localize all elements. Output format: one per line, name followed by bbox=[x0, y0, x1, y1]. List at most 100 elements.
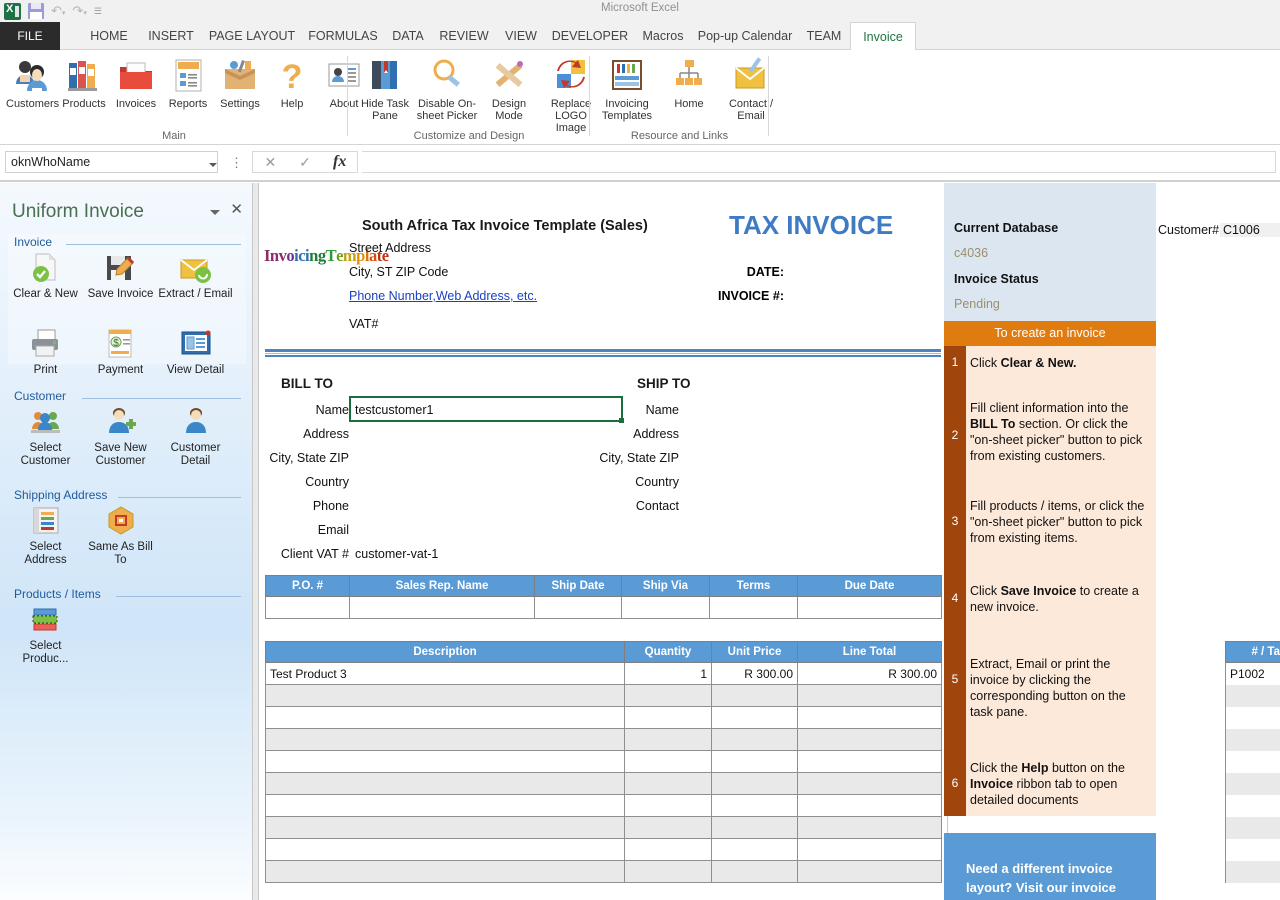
table-cell-quantity[interactable] bbox=[624, 728, 712, 751]
table-row[interactable] bbox=[1225, 860, 1280, 883]
table-cell-description[interactable] bbox=[265, 772, 625, 795]
table-cell-line-total[interactable] bbox=[797, 838, 942, 861]
table-cell-quantity[interactable] bbox=[624, 816, 712, 839]
table-cell-product-id[interactable] bbox=[1225, 750, 1280, 773]
table-cell-product-id[interactable] bbox=[1225, 772, 1280, 795]
task-pane-button-select-product[interactable]: Select Produc... bbox=[8, 599, 83, 666]
task-pane-button-clear-new[interactable]: Clear & New bbox=[8, 247, 83, 301]
table-row[interactable] bbox=[265, 706, 942, 729]
table-cell-unit-price[interactable] bbox=[711, 772, 798, 795]
task-pane-button-customer-detail[interactable]: Customer Detail bbox=[158, 401, 233, 468]
table-cell-description[interactable] bbox=[265, 860, 625, 883]
table-row[interactable] bbox=[1225, 684, 1280, 707]
table-row[interactable] bbox=[265, 728, 942, 751]
bill-to-value-name[interactable]: testcustomer1 bbox=[355, 403, 434, 417]
table-row[interactable] bbox=[265, 794, 942, 817]
task-pane-button-extract-email[interactable]: Extract / Email bbox=[158, 247, 233, 301]
table-cell-product-id[interactable] bbox=[1225, 816, 1280, 839]
table-row[interactable] bbox=[265, 596, 942, 619]
table-cell-product-id[interactable] bbox=[1225, 794, 1280, 817]
task-pane-button-select-address[interactable]: Select Address bbox=[8, 500, 83, 567]
table-cell-unit-price[interactable] bbox=[711, 684, 798, 707]
ribbon-button-products[interactable]: Products bbox=[58, 52, 110, 110]
table-row[interactable]: P1002 bbox=[1225, 662, 1280, 685]
task-pane-button-save-new-customer[interactable]: Save New Customer bbox=[83, 401, 158, 468]
table-cell-line-total[interactable] bbox=[797, 706, 942, 729]
table-cell-quantity[interactable] bbox=[624, 860, 712, 883]
table-cell-line-total[interactable] bbox=[797, 794, 942, 817]
table-cell[interactable] bbox=[621, 596, 710, 619]
table-cell-unit-price[interactable] bbox=[711, 794, 798, 817]
ribbon-tab-macros[interactable]: Macros bbox=[634, 22, 692, 50]
table-cell-description[interactable] bbox=[265, 794, 625, 817]
table-cell[interactable] bbox=[349, 596, 535, 619]
table-row[interactable] bbox=[1225, 728, 1280, 751]
name-box[interactable]: oknWhoName bbox=[5, 151, 218, 173]
table-row[interactable] bbox=[1225, 794, 1280, 817]
table-cell-description[interactable] bbox=[265, 706, 625, 729]
table-row[interactable] bbox=[1225, 838, 1280, 861]
task-pane-button-save-invoice[interactable]: Save Invoice bbox=[83, 247, 158, 301]
table-row[interactable] bbox=[1225, 772, 1280, 795]
table-cell-description[interactable] bbox=[265, 750, 625, 773]
table-cell-unit-price[interactable] bbox=[711, 838, 798, 861]
insert-function-icon[interactable]: fx bbox=[322, 153, 357, 171]
table-cell-line-total[interactable] bbox=[797, 750, 942, 773]
formula-input[interactable] bbox=[362, 151, 1276, 173]
table-row[interactable] bbox=[1225, 816, 1280, 839]
task-pane-button-payment[interactable]: $ Payment bbox=[83, 323, 158, 377]
chevron-down-icon[interactable] bbox=[210, 210, 220, 215]
table-row[interactable] bbox=[265, 816, 942, 839]
table-cell-line-total[interactable] bbox=[797, 816, 942, 839]
close-icon[interactable]: ✕ bbox=[230, 202, 243, 217]
table-cell-line-total[interactable] bbox=[797, 860, 942, 883]
table-cell-product-id[interactable] bbox=[1225, 860, 1280, 883]
table-cell-quantity[interactable] bbox=[624, 838, 712, 861]
ribbon-tab-developer[interactable]: DEVELOPER bbox=[546, 22, 634, 50]
table-cell-quantity[interactable]: 1 bbox=[624, 662, 712, 685]
task-pane-button-select-customer[interactable]: Select Customer bbox=[8, 401, 83, 468]
ribbon-button-home[interactable]: Home bbox=[658, 52, 720, 122]
table-cell-line-total[interactable] bbox=[797, 684, 942, 707]
task-pane-button-print[interactable]: Print bbox=[8, 323, 83, 377]
ribbon-tab-home[interactable]: HOME bbox=[78, 22, 140, 50]
ribbon-button-customers[interactable]: Customers bbox=[6, 52, 59, 110]
table-cell[interactable] bbox=[534, 596, 622, 619]
ribbon-tab-page-layout[interactable]: PAGE LAYOUT bbox=[202, 22, 302, 50]
table-row[interactable] bbox=[265, 684, 942, 707]
ribbon-tab-insert[interactable]: INSERT bbox=[140, 22, 202, 50]
ribbon-button-settings[interactable]: Settings bbox=[214, 52, 266, 110]
table-cell-product-id[interactable] bbox=[1225, 728, 1280, 751]
enter-icon[interactable]: ✓ bbox=[288, 154, 323, 171]
table-cell-unit-price[interactable] bbox=[711, 706, 798, 729]
table-row[interactable] bbox=[1225, 706, 1280, 729]
ribbon-tab-data[interactable]: DATA bbox=[384, 22, 432, 50]
table-cell-description[interactable] bbox=[265, 728, 625, 751]
table-cell-product-id[interactable] bbox=[1225, 838, 1280, 861]
ribbon-button-design-mode[interactable]: Design Mode bbox=[478, 52, 540, 134]
customer-number-value[interactable]: C1006 bbox=[1220, 223, 1280, 237]
ribbon-button-help[interactable]: ? Help bbox=[266, 52, 318, 110]
table-cell-unit-price[interactable] bbox=[711, 816, 798, 839]
table-row[interactable] bbox=[265, 838, 942, 861]
table-cell-product-id[interactable]: P1002 bbox=[1225, 662, 1280, 685]
task-pane-button-view-detail[interactable]: View Detail bbox=[158, 323, 233, 377]
table-cell-unit-price[interactable]: R 300.00 bbox=[711, 662, 798, 685]
table-cell-description[interactable]: Test Product 3 bbox=[265, 662, 625, 685]
table-cell-unit-price[interactable] bbox=[711, 750, 798, 773]
table-cell-line-total[interactable] bbox=[797, 728, 942, 751]
table-cell-unit-price[interactable] bbox=[711, 860, 798, 883]
table-row[interactable]: Test Product 31R 300.00 R 300.00 bbox=[265, 662, 942, 685]
table-cell-description[interactable] bbox=[265, 838, 625, 861]
chevron-down-icon[interactable] bbox=[209, 163, 217, 167]
table-cell-product-id[interactable] bbox=[1225, 684, 1280, 707]
table-cell-description[interactable] bbox=[265, 684, 625, 707]
ribbon-tab-view[interactable]: VIEW bbox=[496, 22, 546, 50]
ribbon-tab-review[interactable]: REVIEW bbox=[432, 22, 496, 50]
ribbon-tab-team[interactable]: TEAM bbox=[798, 22, 850, 50]
cancel-icon[interactable]: ✕ bbox=[253, 154, 288, 171]
table-cell[interactable] bbox=[265, 596, 350, 619]
ribbon-tab-file[interactable]: FILE bbox=[0, 22, 60, 50]
table-cell-quantity[interactable] bbox=[624, 684, 712, 707]
task-pane-button-same-as-bill-to[interactable]: Same As Bill To bbox=[83, 500, 158, 567]
